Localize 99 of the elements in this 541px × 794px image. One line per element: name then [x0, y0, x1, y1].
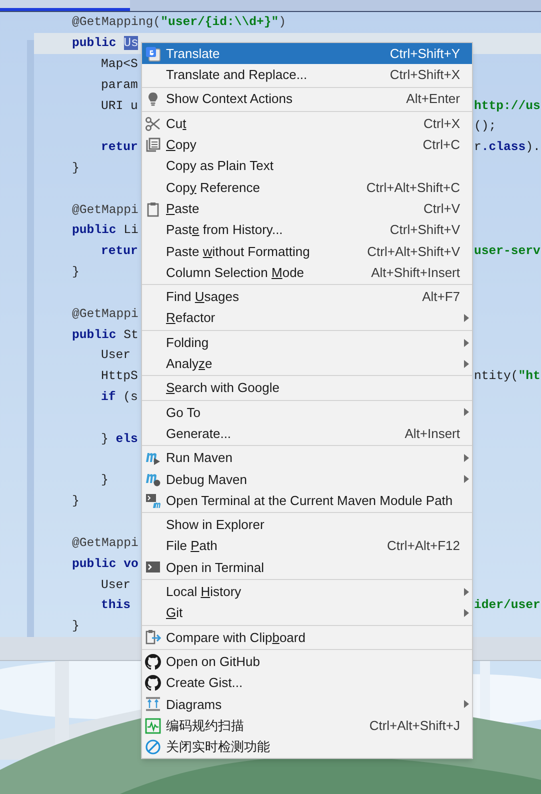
scissors-icon [145, 116, 161, 132]
submenu-arrow-icon [464, 588, 468, 596]
menu-item[interactable]: Column Selection Mode Alt+Shift+Insert [142, 262, 472, 284]
menu-item[interactable]: File Path Ctrl+Alt+F12 [142, 536, 472, 557]
menu-item[interactable]: Folding [142, 332, 472, 354]
submenu-arrow-icon [464, 314, 468, 322]
menu-item[interactable]: Compare with Clipboard [142, 626, 472, 648]
code-line: } els [101, 430, 138, 448]
menu-item[interactable]: Go To [142, 402, 472, 424]
code-line: param [101, 76, 138, 94]
menu-item[interactable]: Paste without Formatting Ctrl+Alt+Shift+V [142, 240, 472, 262]
menu-item[interactable]: Diagrams [142, 694, 472, 715]
code-line: User [101, 576, 131, 594]
code-line: ider/user [474, 597, 540, 614]
code-line: http://us [474, 98, 540, 114]
code-line: User [101, 347, 131, 364]
shortcut-text: Ctrl+Shift+V [390, 221, 460, 240]
menu-item[interactable]: Search with Google [142, 377, 472, 399]
menu-item[interactable]: Generate... Alt+Insert [142, 423, 472, 444]
menu-item[interactable]: Analyze [142, 353, 472, 374]
shortcut-text: Ctrl+C [422, 136, 460, 154]
code-line: @GetMappi [72, 534, 138, 552]
code-line: } [101, 472, 108, 490]
code-line: public Li [72, 222, 138, 240]
menu-item[interactable]: Cut Ctrl+X [142, 112, 472, 134]
code-line: (); [474, 118, 496, 136]
shortcut-text: Ctrl+Alt+Shift+C [366, 178, 460, 197]
menu-item[interactable]: Copy as Plain Text [142, 155, 472, 177]
menu-item[interactable]: Create Gist... [142, 672, 472, 694]
menu-item[interactable]: Translate and Replace... Ctrl+Shift+X [142, 64, 472, 86]
shortcut-text: Ctrl+Shift+X [390, 66, 460, 84]
terminal-icon [145, 559, 161, 576]
menu-item[interactable]: 编码规约扫描 Ctrl+Alt+Shift+J [142, 714, 472, 736]
submenu-arrow-icon [464, 700, 468, 708]
shortcut-text: Alt+F7 [422, 288, 460, 306]
menu-item[interactable]: Show Context Actions Alt+Enter [142, 88, 472, 110]
code-line: public vo [72, 556, 138, 573]
code-line: @GetMappi [72, 202, 138, 219]
menu-item[interactable]: Local History [142, 581, 472, 602]
code-line: if (s [101, 389, 138, 406]
code-line: @GetMappi [72, 306, 138, 323]
submenu-arrow-icon [464, 408, 468, 416]
code-line: public St [72, 326, 138, 344]
shortcut-text: Alt+Insert [404, 424, 460, 443]
menu-item[interactable]: Run Maven [142, 447, 472, 469]
shortcut-text: Alt+Enter [406, 90, 460, 108]
github-icon [145, 654, 161, 670]
shortcut-text: Ctrl+Alt+F12 [387, 537, 460, 556]
menu-item[interactable]: Find Usages Alt+F7 [142, 286, 472, 308]
menu-item[interactable]: Open Terminal at the Current Maven Module Path [142, 490, 472, 512]
code-line: public Us [72, 35, 138, 52]
submenu-arrow-icon [464, 360, 468, 368]
code-line: } [72, 160, 80, 177]
translate-icon [145, 46, 161, 62]
menu-item[interactable]: Show in Explorer [142, 514, 472, 536]
code-line: } [72, 618, 80, 636]
submenu-arrow-icon [464, 475, 468, 484]
clipboard-icon [145, 200, 161, 217]
submenu-arrow-icon [464, 454, 468, 462]
pulse-scan-icon [145, 718, 161, 734]
submenu-arrow-icon [464, 338, 468, 346]
compare-clipboard-icon [145, 629, 161, 646]
code-line: r.class). [474, 139, 540, 156]
menu-item[interactable]: Open in Terminal [142, 556, 472, 578]
shortcut-text: Ctrl+X [424, 114, 460, 133]
code-line: Map<S [101, 56, 138, 73]
code-line: } [72, 493, 80, 510]
editor-tab[interactable] [0, 0, 130, 11]
code-line: retur [101, 243, 138, 260]
menu-item[interactable]: 关闭实时检测功能 [142, 736, 472, 758]
code-line: this [101, 597, 131, 614]
terminal-maven-icon [145, 492, 161, 509]
copy-icon [145, 136, 161, 153]
menu-item[interactable]: Debug Maven [142, 468, 472, 490]
shortcut-text: Ctrl+V [424, 200, 460, 218]
menu-item[interactable]: Paste Ctrl+V [142, 198, 472, 220]
menu-item[interactable]: Git [142, 602, 472, 624]
menu-item[interactable]: Refactor [142, 308, 472, 329]
code-line: } [72, 264, 80, 282]
menu-item[interactable]: Copy Ctrl+C [142, 134, 472, 156]
shortcut-text: Ctrl+Shift+Y [390, 44, 460, 63]
shortcut-text: Ctrl+Alt+Shift+V [367, 242, 460, 261]
maven-debug-icon [145, 471, 161, 488]
code-line: HttpS [101, 368, 138, 386]
code-line: @GetMapping("user/{id:\\d+}") [72, 14, 286, 32]
code-line: user-serv [474, 243, 540, 260]
menu-item[interactable]: Paste from History... Ctrl+Shift+V [142, 219, 472, 241]
code-line: URI u [101, 98, 138, 114]
shortcut-text: Alt+Shift+Insert [371, 264, 460, 282]
menu-item[interactable]: Open on GitHub [142, 651, 472, 672]
shortcut-text: Ctrl+Alt+Shift+J [369, 716, 460, 735]
menu-item[interactable]: Copy Reference Ctrl+Alt+Shift+C [142, 176, 472, 198]
menu-item[interactable]: Translate Ctrl+Shift+Y [142, 43, 472, 64]
code-line: retur [101, 139, 138, 156]
prohibited-icon [145, 738, 161, 755]
github-icon [145, 674, 161, 691]
code-line: ntity("ht [474, 368, 540, 386]
diagram-icon [145, 696, 161, 712]
submenu-arrow-icon [464, 609, 468, 618]
